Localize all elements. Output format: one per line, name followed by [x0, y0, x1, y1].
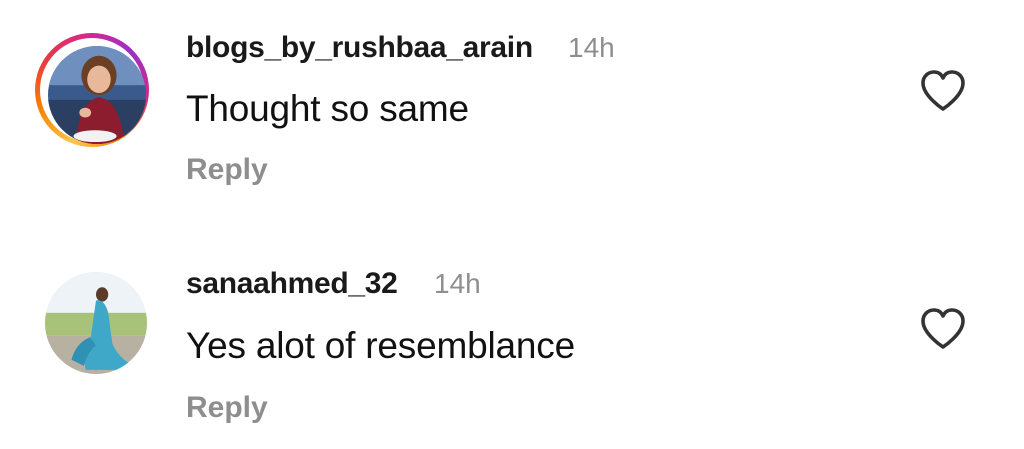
avatar[interactable]	[48, 46, 146, 144]
heart-outline-icon	[921, 70, 965, 111]
reply-button[interactable]: Reply	[186, 391, 268, 425]
reply-button[interactable]: Reply	[186, 153, 268, 187]
comment-timestamp: 14h	[568, 32, 615, 63]
comment-text: Thought so same	[186, 88, 469, 129]
comment-text: Yes alot of resemblance	[186, 325, 575, 366]
comments-list: blogs_by_rushbaa_arain 14h Thought so sa…	[0, 0, 1024, 449]
comment-timestamp: 14h	[434, 268, 481, 299]
heart-outline-icon	[921, 308, 965, 349]
like-button[interactable]	[919, 307, 967, 351]
like-button[interactable]	[919, 69, 967, 113]
avatar[interactable]	[45, 272, 147, 374]
comment-username[interactable]: blogs_by_rushbaa_arain	[186, 31, 533, 65]
avatar-ring-gap	[40, 38, 146, 144]
comment-username[interactable]: sanaahmed_32	[186, 267, 398, 301]
story-ring[interactable]	[35, 33, 149, 147]
comment-item: blogs_by_rushbaa_arain 14h Thought so sa…	[0, 0, 1024, 225]
comment-item: sanaahmed_32 14h Yes alot of resemblance…	[0, 225, 1024, 449]
